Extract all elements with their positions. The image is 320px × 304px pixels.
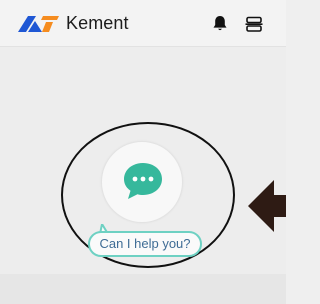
chat-launcher-button[interactable] <box>101 141 183 223</box>
menu-icon[interactable] <box>245 16 263 32</box>
chat-bubble-icon <box>124 163 162 199</box>
left-arrow-icon <box>248 180 286 232</box>
brand-name: Kement <box>66 13 129 33</box>
top-bar: Kement <box>0 0 286 47</box>
help-tooltip[interactable]: Can I help you? <box>88 231 202 257</box>
kement-logo-icon[interactable] <box>18 16 62 32</box>
bottom-band <box>0 274 286 304</box>
bell-icon[interactable] <box>212 15 228 32</box>
